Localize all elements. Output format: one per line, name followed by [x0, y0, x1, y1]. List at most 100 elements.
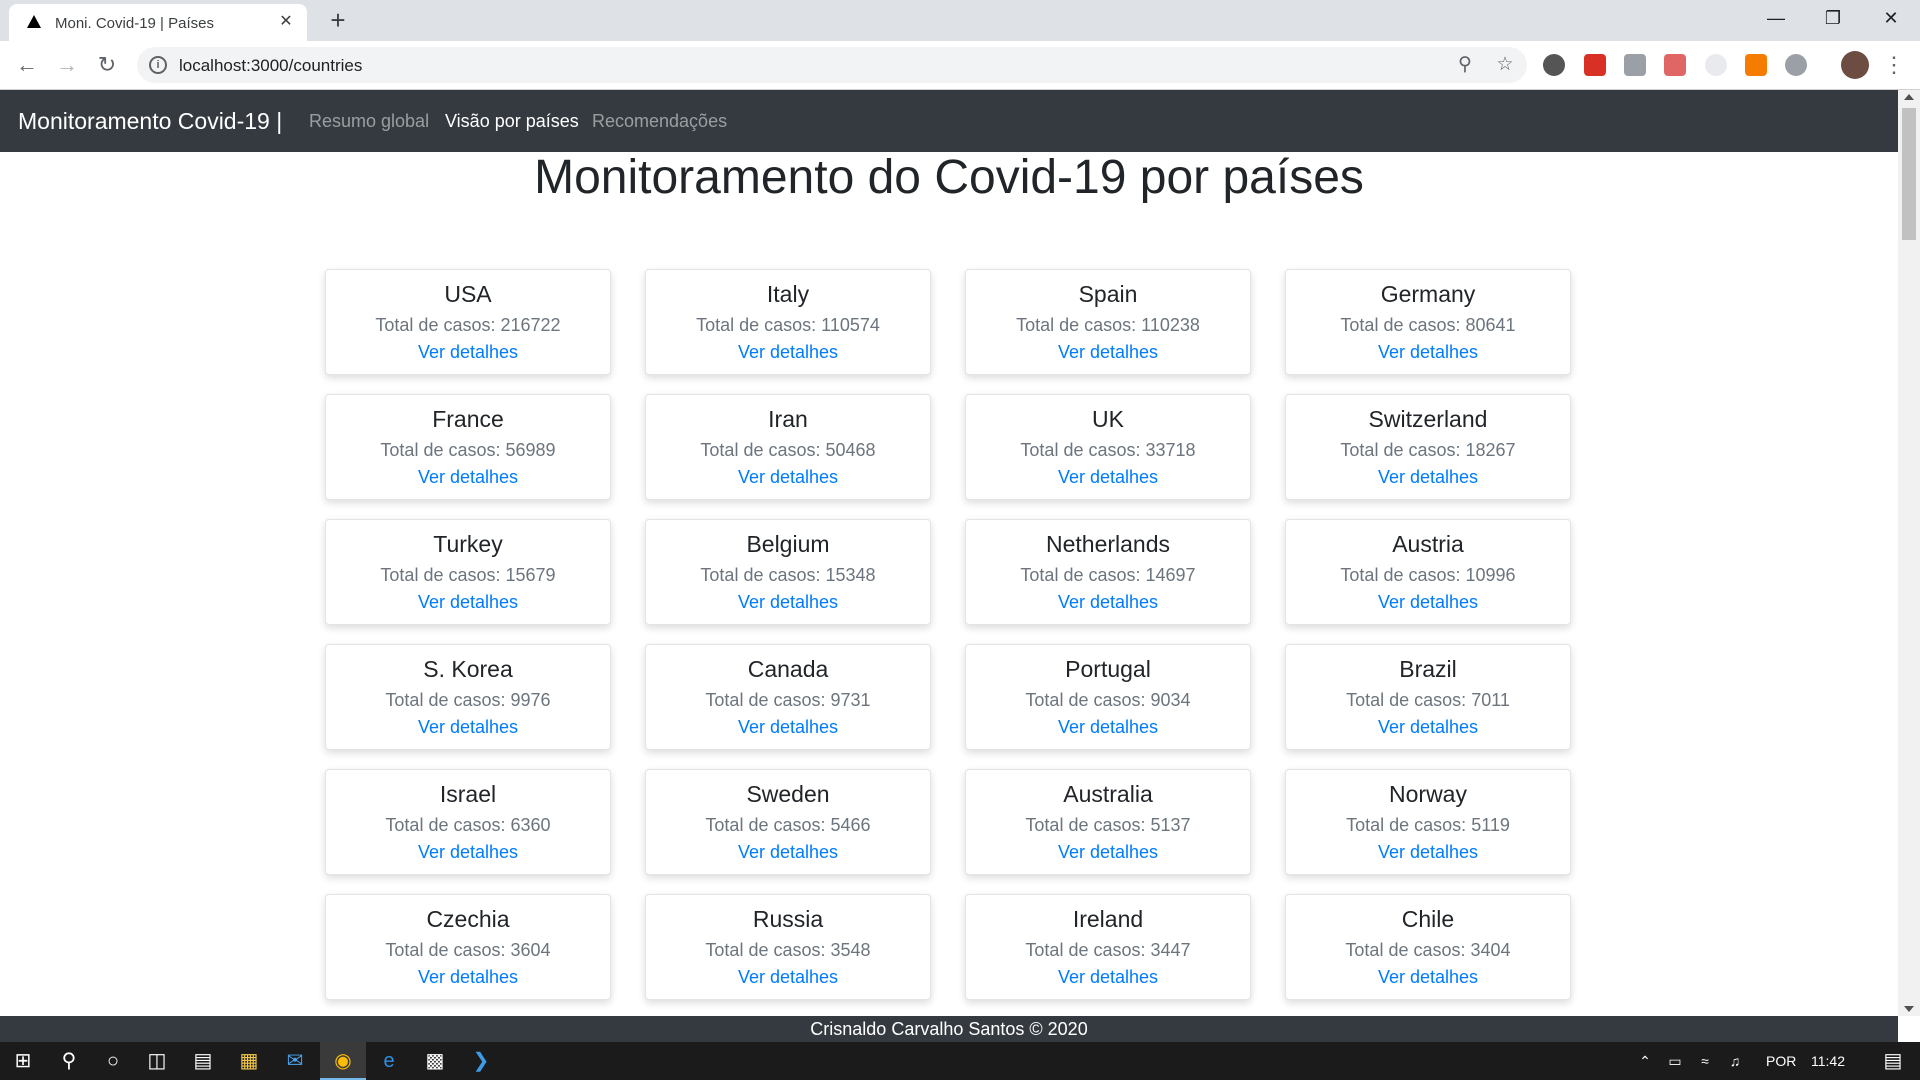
extension-icon[interactable]: [1624, 54, 1646, 76]
browser-tab-active[interactable]: Moni. Covid-19 | Países ✕: [9, 4, 307, 41]
total-cases-value: 56989: [505, 440, 556, 460]
battery-icon[interactable]: ▭: [1660, 1042, 1690, 1080]
vscode-icon[interactable]: ❯: [458, 1042, 504, 1080]
ver-detalhes-link[interactable]: Ver detalhes: [646, 966, 930, 988]
extension-icon[interactable]: [1785, 54, 1807, 76]
ver-detalhes-link[interactable]: Ver detalhes: [966, 341, 1250, 363]
ver-detalhes-link[interactable]: Ver detalhes: [646, 341, 930, 363]
task-view-icon[interactable]: ◫: [134, 1042, 180, 1080]
total-cases-label: Total de casos:: [1340, 440, 1461, 460]
ver-detalhes-link[interactable]: Ver detalhes: [966, 841, 1250, 863]
extension-icon[interactable]: [1705, 54, 1727, 76]
mail-icon[interactable]: ✉: [272, 1042, 318, 1080]
cortana-icon[interactable]: ○: [90, 1042, 136, 1080]
ver-detalhes-link[interactable]: Ver detalhes: [326, 341, 610, 363]
nav-link-visao-por-paises[interactable]: Visão por países: [445, 111, 579, 132]
total-cases-label: Total de casos:: [700, 440, 821, 460]
total-cases-value: 216722: [500, 315, 561, 335]
language-indicator[interactable]: POR: [1766, 1042, 1796, 1080]
ver-detalhes-link[interactable]: Ver detalhes: [1286, 591, 1570, 613]
total-cases-value: 5466: [830, 815, 871, 835]
back-arrow-icon[interactable]: ←: [12, 50, 42, 80]
country-name: Austria: [1392, 531, 1464, 557]
ver-detalhes-link[interactable]: Ver detalhes: [966, 966, 1250, 988]
ver-detalhes-link[interactable]: Ver detalhes: [966, 466, 1250, 488]
ver-detalhes-link[interactable]: Ver detalhes: [646, 466, 930, 488]
chevron-up-icon[interactable]: ⌃: [1630, 1042, 1660, 1080]
close-window-button[interactable]: ✕: [1864, 0, 1918, 36]
ver-detalhes-link[interactable]: Ver detalhes: [1286, 341, 1570, 363]
ver-detalhes-link[interactable]: Ver detalhes: [326, 841, 610, 863]
ver-detalhes-link[interactable]: Ver detalhes: [966, 716, 1250, 738]
total-cases: Total de casos: 10996: [1286, 564, 1570, 586]
pdf-extension-icon[interactable]: [1664, 54, 1686, 76]
extension-icon[interactable]: [1745, 54, 1767, 76]
total-cases: Total de casos: 9976: [326, 689, 610, 711]
total-cases-label: Total de casos:: [1340, 315, 1461, 335]
country-name: Canada: [747, 656, 829, 682]
wifi-icon[interactable]: ≈: [1690, 1042, 1720, 1080]
ver-detalhes-link[interactable]: Ver detalhes: [326, 966, 610, 988]
clock[interactable]: 11:42: [1811, 1042, 1845, 1080]
ver-detalhes-link[interactable]: Ver detalhes: [1286, 466, 1570, 488]
total-cases-value: 7011: [1471, 690, 1510, 710]
volume-icon[interactable]: ♫: [1720, 1042, 1750, 1080]
restore-window-button[interactable]: ❐: [1806, 0, 1860, 36]
page-footer: Crisnaldo Carvalho Santos © 2020: [0, 1016, 1898, 1042]
close-tab-icon[interactable]: ✕: [275, 11, 297, 33]
notifications-icon[interactable]: ▤: [1870, 1042, 1916, 1080]
country-name: Spain: [1078, 281, 1138, 307]
file-explorer-icon[interactable]: ▦: [226, 1042, 272, 1080]
scroll-up-arrow-icon[interactable]: [1904, 94, 1914, 100]
scroll-down-arrow-icon[interactable]: [1904, 1006, 1914, 1012]
ver-detalhes-link[interactable]: Ver detalhes: [1286, 966, 1570, 988]
forward-arrow-icon[interactable]: →: [52, 50, 82, 80]
url-text[interactable]: localhost:3000/countries: [179, 56, 362, 76]
nav-link-recomendacoes[interactable]: Recomendações: [592, 111, 727, 132]
extension-icon[interactable]: [1584, 54, 1606, 76]
windows-start-icon[interactable]: ⊞: [0, 1042, 46, 1080]
kebab-menu-icon[interactable]: ⋮: [1879, 50, 1909, 80]
terminal-icon[interactable]: ▩: [412, 1042, 458, 1080]
ver-detalhes-link[interactable]: Ver detalhes: [326, 466, 610, 488]
total-cases: Total de casos: 80641: [1286, 314, 1570, 336]
reload-icon[interactable]: ↻: [92, 50, 122, 80]
minimize-window-button[interactable]: —: [1749, 0, 1803, 36]
nav-link-resumo-global[interactable]: Resumo global: [309, 111, 429, 132]
store-icon[interactable]: ▤: [180, 1042, 226, 1080]
total-cases: Total de casos: 5137: [966, 814, 1250, 836]
navbar-brand[interactable]: Monitoramento Covid-19 |: [18, 108, 282, 135]
page-title: Monitoramento do Covid-19 por países: [534, 151, 1364, 204]
total-cases-value: 3404: [1470, 940, 1511, 960]
address-bar[interactable]: i localhost:3000/countries ⚲ ☆: [137, 47, 1527, 83]
profile-avatar[interactable]: [1841, 51, 1869, 79]
new-tab-button[interactable]: +: [324, 6, 352, 34]
bookmark-star-icon[interactable]: ☆: [1494, 54, 1516, 76]
ver-detalhes-link[interactable]: Ver detalhes: [646, 591, 930, 613]
edge-icon[interactable]: e: [366, 1042, 412, 1080]
ver-detalhes-link[interactable]: Ver detalhes: [1286, 841, 1570, 863]
page-scrollbar[interactable]: [1898, 90, 1920, 1016]
ver-detalhes-link[interactable]: Ver detalhes: [326, 591, 610, 613]
total-cases-value: 5119: [1471, 815, 1510, 835]
ver-detalhes-link[interactable]: Ver detalhes: [1286, 716, 1570, 738]
zoom-icon[interactable]: ⚲: [1454, 54, 1476, 76]
country-card: Czechia Total de casos: 3604 Ver detalhes: [325, 894, 611, 1000]
chrome-icon[interactable]: ◉: [320, 1042, 366, 1080]
total-cases: Total de casos: 6360: [326, 814, 610, 836]
total-cases-value: 14697: [1145, 565, 1196, 585]
total-cases: Total de casos: 3447: [966, 939, 1250, 961]
scrollbar-thumb[interactable]: [1902, 108, 1916, 240]
country-card: Australia Total de casos: 5137 Ver detalhe…: [965, 769, 1251, 875]
extension-icon[interactable]: [1543, 54, 1565, 76]
ver-detalhes-link[interactable]: Ver detalhes: [326, 716, 610, 738]
ver-detalhes-link[interactable]: Ver detalhes: [646, 841, 930, 863]
country-card: Brazil Total de casos: 7011 Ver detalhes: [1285, 644, 1571, 750]
site-info-icon[interactable]: i: [149, 56, 167, 74]
country-name: Switzerland: [1368, 406, 1488, 432]
country-name: Israel: [439, 781, 497, 807]
ver-detalhes-link[interactable]: Ver detalhes: [966, 591, 1250, 613]
browser-toolbar: ← → ↻ i localhost:3000/countries ⚲ ☆ ⋮: [0, 41, 1920, 90]
ver-detalhes-link[interactable]: Ver detalhes: [646, 716, 930, 738]
search-icon[interactable]: ⚲: [46, 1042, 92, 1080]
